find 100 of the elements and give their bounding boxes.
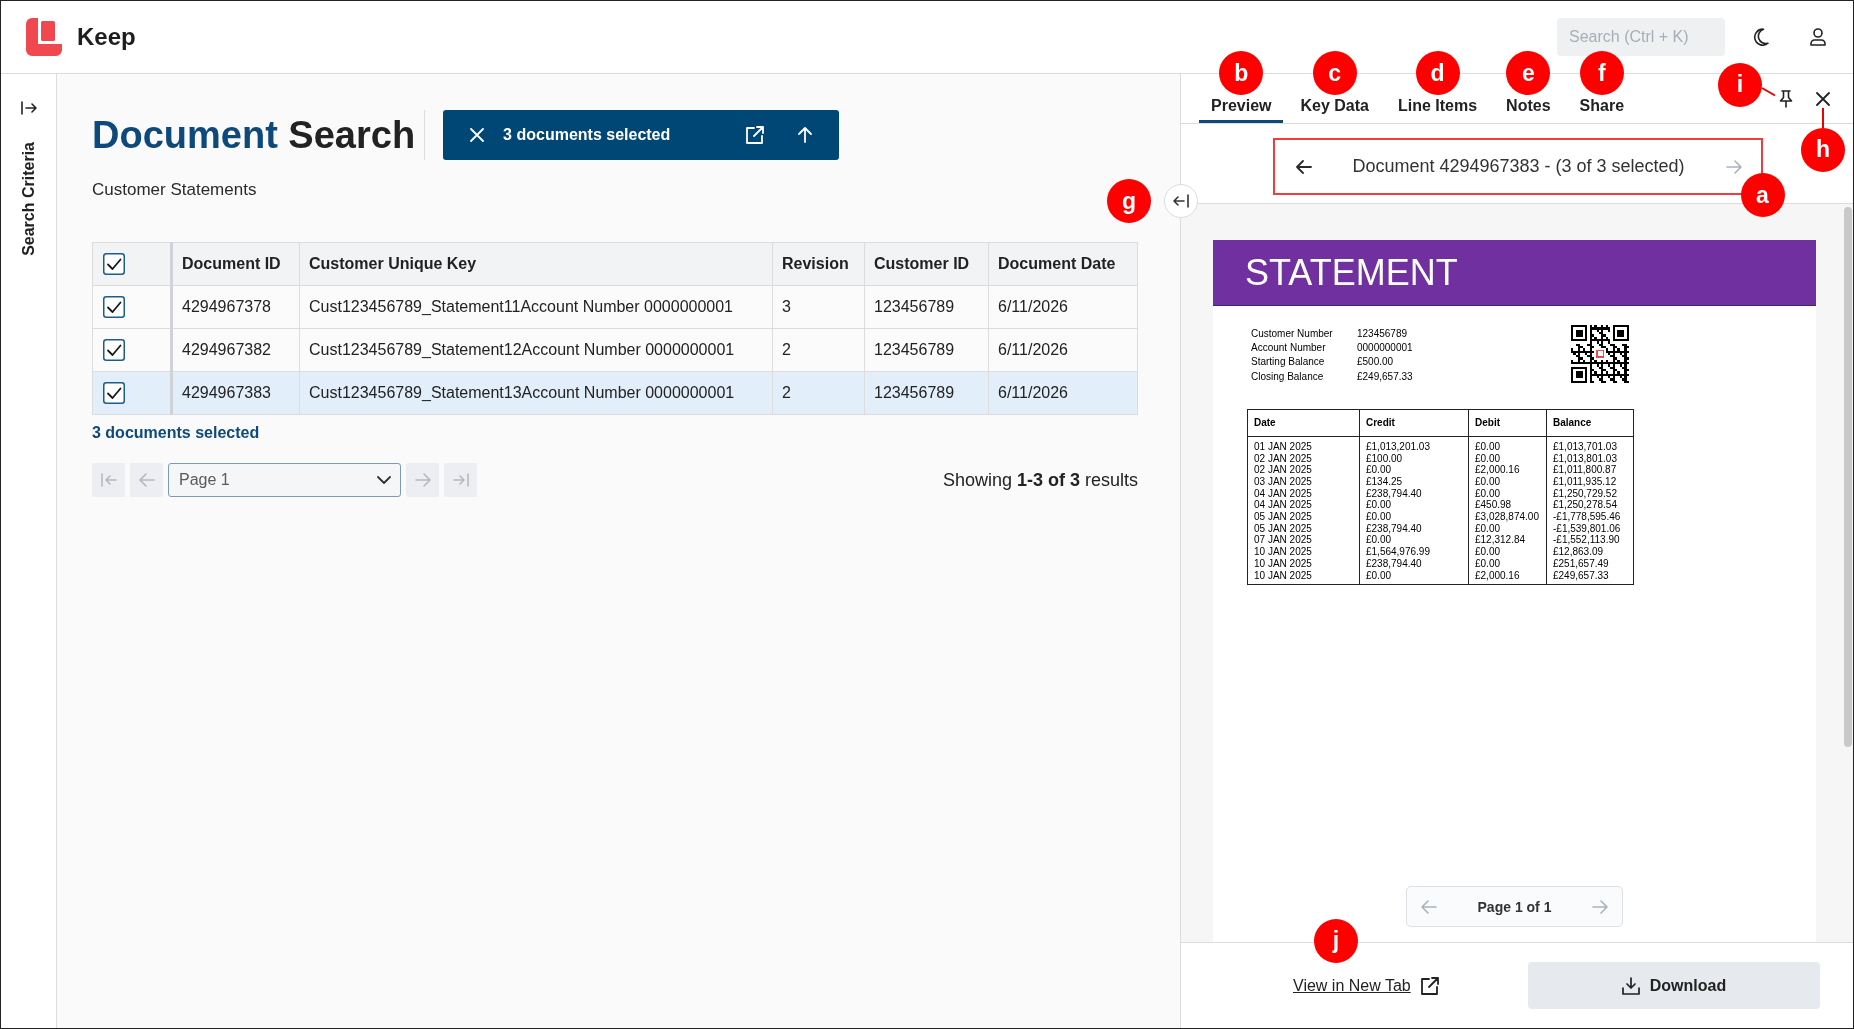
table-cell: 02 JAN 2025 <box>1247 452 1360 465</box>
user-icon[interactable] <box>1810 28 1826 46</box>
table-cell: £0.00 <box>1359 499 1469 512</box>
arrow-up-icon[interactable] <box>798 127 813 143</box>
table-cell: £238,794.40 <box>1359 557 1469 570</box>
table-cell: 10 JAN 2025 <box>1247 569 1360 585</box>
table-cell: 02 JAN 2025 <box>1247 464 1360 476</box>
checkbox[interactable] <box>103 339 125 361</box>
table-cell: 10 JAN 2025 <box>1247 557 1360 570</box>
table-cell: £0.00 <box>1468 436 1547 453</box>
table-cell: £238,794.40 <box>1359 522 1469 535</box>
table-cell: £1,013,701.03 <box>1546 436 1634 453</box>
table-cell: £134.25 <box>1359 475 1469 488</box>
logo-icon <box>26 18 62 56</box>
table-cell: 6/11/2026 <box>988 328 1138 372</box>
table-cell: £100.00 <box>1359 452 1469 465</box>
tab[interactable]: Preview <box>1199 96 1284 123</box>
table-cell: Cust123456789_Statement12Account Number 0000000001 <box>299 328 773 372</box>
table-cell: £0.00 <box>1468 557 1547 570</box>
external-link-icon[interactable] <box>746 126 765 144</box>
table-cell: £0.00 <box>1468 522 1547 535</box>
close-icon[interactable] <box>1816 91 1830 106</box>
tab[interactable]: Share <box>1567 96 1637 123</box>
table-cell: £0.00 <box>1359 534 1469 547</box>
column-header: Revision <box>772 242 865 286</box>
field-label: Starting Balance <box>1251 355 1325 370</box>
document-title: Document 4294967383 - (3 of 3 selected) <box>1352 156 1685 177</box>
arrow-left-icon[interactable] <box>1295 159 1312 174</box>
field-value: £249,657.33 <box>1357 369 1413 384</box>
table-cell: 2 <box>772 328 865 372</box>
table-row[interactable]: 4294967378 Cust123456789_Statement11Account Number 0000000001 3 123456789 6/11/2026 <box>92 285 1138 329</box>
table-cell: 2 <box>772 371 865 415</box>
qr-code <box>1571 325 1629 383</box>
page-subtitle: Customer Statements <box>92 180 257 200</box>
table-cell: £0.00 <box>1468 546 1547 558</box>
column-header: Credit <box>1359 409 1469 437</box>
table-cell: 6/11/2026 <box>988 285 1138 329</box>
checkbox[interactable] <box>103 382 125 404</box>
arrow-right-from-bar-icon[interactable] <box>20 101 37 115</box>
arrow-right-to-bar-icon <box>452 473 469 487</box>
tab[interactable]: Notes <box>1494 96 1563 123</box>
table-cell: £1,011,800.87 <box>1546 464 1634 476</box>
arrow-left-from-bar-icon <box>1173 194 1189 208</box>
statement-heading: STATEMENT <box>1213 240 1816 306</box>
table-cell: Cust123456789_Statement13Account Number 0000000001 <box>299 371 773 415</box>
checkbox[interactable] <box>103 253 125 275</box>
field-label: Customer Number <box>1251 327 1333 341</box>
table-cell: £1,564,976.99 <box>1359 546 1469 558</box>
table-cell: £0.00 <box>1359 511 1469 523</box>
moon-icon[interactable] <box>1753 28 1769 46</box>
column-header: Debit <box>1468 409 1547 437</box>
table-cell: 123456789 <box>864 328 989 372</box>
checkbox[interactable] <box>103 296 125 318</box>
table-cell: 01 JAN 2025 <box>1247 436 1360 453</box>
table-cell: £450.98 <box>1468 499 1547 512</box>
table-cell: -£1,539,801.06 <box>1546 522 1634 535</box>
table-cell: 05 JAN 2025 <box>1247 511 1360 523</box>
table-cell: £0.00 <box>1468 487 1547 500</box>
table-cell: 07 JAN 2025 <box>1247 534 1360 547</box>
column-header: Customer ID <box>864 242 989 286</box>
table-row[interactable]: 4294967383 Cust123456789_Statement13Account Number 0000000001 2 123456789 6/11/2026 <box>92 371 1138 415</box>
table-row[interactable]: 4294967382 Cust123456789_Statement12Account Number 0000000001 2 123456789 6/11/2026 <box>92 328 1138 372</box>
column-header: Document ID <box>171 242 300 286</box>
table-cell: £0.00 <box>1468 475 1547 488</box>
column-header: Document Date <box>988 242 1138 286</box>
pin-icon[interactable] <box>1779 89 1793 108</box>
scrollbar[interactable] <box>1844 207 1852 747</box>
tab[interactable]: Line Items <box>1385 96 1490 123</box>
table-cell: £249,657.33 <box>1546 569 1634 585</box>
selection-summary-link[interactable]: 3 documents selected <box>92 423 260 443</box>
field-value: 0000000001 <box>1357 341 1413 356</box>
table-cell: £1,250,278.54 <box>1546 499 1634 512</box>
table-cell: £1,011,935.12 <box>1546 475 1634 488</box>
table-cell: 123456789 <box>864 285 989 329</box>
table-cell: £12,863.09 <box>1546 546 1634 558</box>
download-button[interactable]: Download <box>1528 962 1820 1009</box>
new-tab-link[interactable]: View in New Tab <box>1293 976 1439 995</box>
table-cell: 3 <box>772 285 865 329</box>
table-cell: £12,312.84 <box>1468 534 1547 547</box>
column-header: Balance <box>1546 409 1634 437</box>
table-cell: 04 JAN 2025 <box>1247 499 1360 512</box>
page-indicator: Page 1 of 1 <box>1477 898 1552 915</box>
table-cell: 10 JAN 2025 <box>1247 546 1360 558</box>
table-cell: £2,000.16 <box>1468 569 1547 585</box>
table-cell: 123456789 <box>864 371 989 415</box>
search-field[interactable]: Search (Ctrl + K) <box>1557 18 1725 56</box>
annotation-marker: e <box>1506 51 1551 95</box>
arrow-left-to-bar-icon <box>100 473 117 487</box>
table-cell: £1,250,729.52 <box>1546 487 1634 500</box>
arrow-left-icon <box>138 473 155 487</box>
page-select[interactable]: Page 1 <box>168 463 401 497</box>
table-cell: £251,657.49 <box>1546 557 1634 570</box>
sidebar-label[interactable]: Search Criteria <box>19 142 38 256</box>
field-label: Account Number <box>1251 341 1326 356</box>
tab[interactable]: Key Data <box>1288 96 1381 123</box>
field-value: £500.00 <box>1357 355 1394 370</box>
table-cell: £1,013,201.03 <box>1359 436 1469 453</box>
table-cell: 04 JAN 2025 <box>1247 487 1360 500</box>
annotation-marker: a <box>1740 173 1785 217</box>
table-cell: Cust123456789_Statement11Account Number 0000000001 <box>299 285 773 329</box>
